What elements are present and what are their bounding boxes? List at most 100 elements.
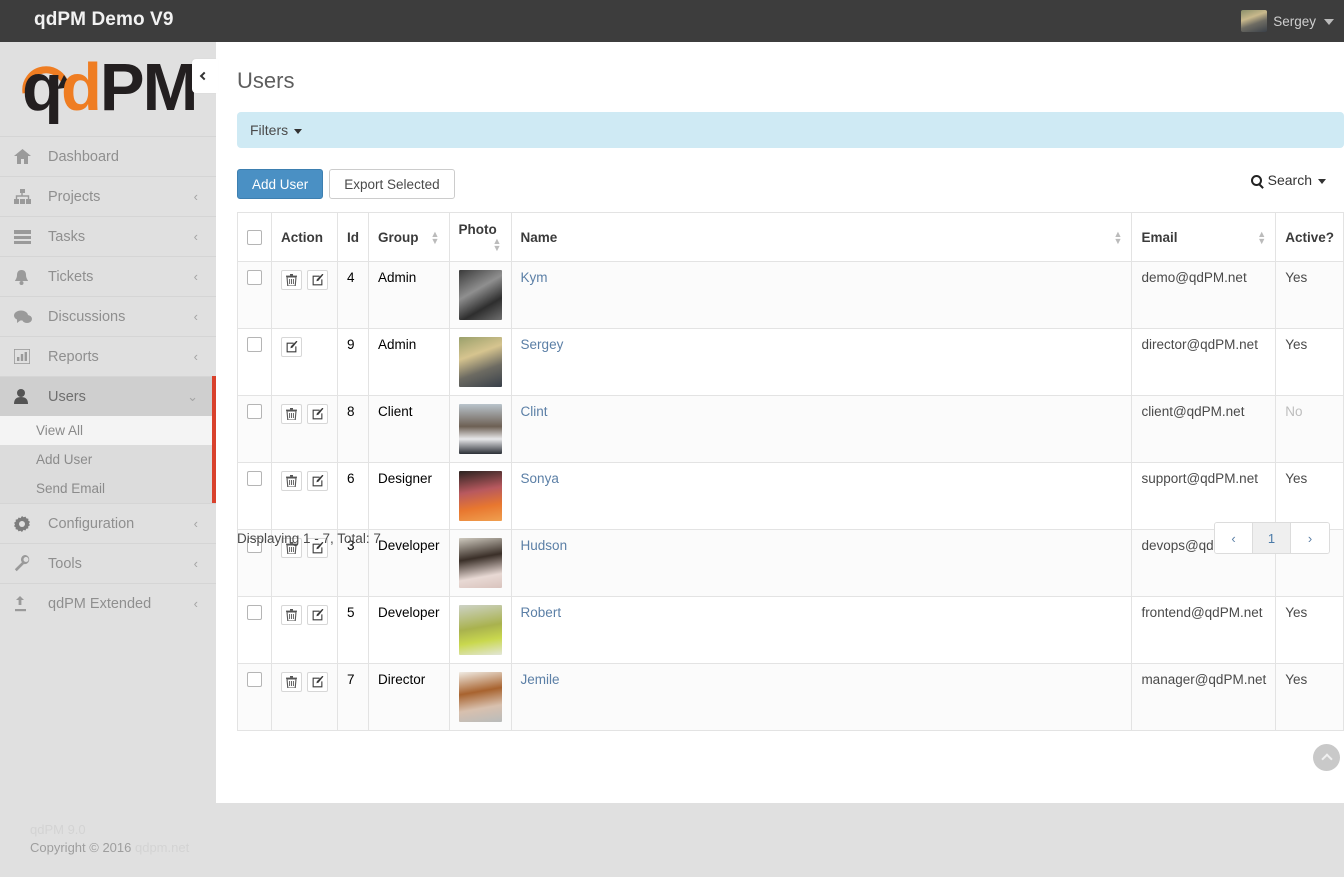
search-toggle[interactable]: Search — [1250, 172, 1326, 188]
row-photo-cell — [448, 395, 512, 463]
header-email[interactable]: Email ▲ ▼ — [1131, 212, 1277, 262]
upload-icon — [14, 595, 48, 612]
sidebar-item-users[interactable]: Users ⌄ — [0, 376, 216, 416]
table-row: 7 Director Jemile manager@qdPM.net Yes — [237, 663, 1344, 731]
user-name-link[interactable]: Hudson — [521, 538, 568, 553]
delete-row-button[interactable] — [281, 605, 302, 625]
sidebar-collapse-button[interactable] — [192, 59, 218, 93]
sidebar-item-dashboard[interactable]: Dashboard — [0, 136, 216, 176]
row-email: director@qdPM.net — [1131, 328, 1277, 396]
user-name-link[interactable]: Kym — [521, 270, 548, 285]
row-id: 5 — [337, 596, 369, 664]
row-name-cell: Sergey — [510, 328, 1133, 396]
row-checkbox[interactable] — [247, 672, 262, 687]
row-checkbox[interactable] — [247, 337, 262, 352]
delete-row-button[interactable] — [281, 672, 302, 692]
row-checkbox[interactable] — [247, 471, 262, 486]
user-name-link[interactable]: Jemile — [521, 672, 560, 687]
edit-row-button[interactable] — [307, 471, 328, 491]
sidebar-item-discussions[interactable]: Discussions ‹ — [0, 296, 216, 336]
user-menu[interactable]: Sergey — [1241, 5, 1334, 37]
select-all-checkbox[interactable] — [247, 229, 262, 245]
gear-icon — [14, 515, 48, 532]
sidebar-item-projects[interactable]: Projects ‹ — [0, 176, 216, 216]
caret-down-icon — [294, 129, 303, 134]
header-action: Action — [271, 212, 338, 262]
sidebar-item-arrow: ‹ — [193, 189, 198, 204]
add-user-button[interactable]: Add User — [237, 169, 324, 199]
pagination-next[interactable]: › — [1291, 523, 1329, 553]
sidebar-item-label: Dashboard — [48, 148, 119, 165]
row-name-cell: Hudson — [510, 529, 1133, 597]
row-checkbox[interactable] — [247, 605, 262, 620]
sidebar-item-label: Tickets — [48, 268, 94, 285]
user-name-link[interactable]: Sergey — [521, 337, 564, 352]
user-name-link[interactable]: Clint — [521, 404, 548, 419]
sidebar-subitem-add-user[interactable]: Add User — [0, 445, 216, 474]
edit-row-button[interactable] — [307, 605, 328, 625]
chevron-left-icon — [199, 71, 209, 81]
sidebar-item-label: Tasks — [48, 228, 86, 245]
user-photo — [458, 672, 502, 722]
row-group: Admin — [368, 328, 450, 396]
edit-row-button[interactable] — [307, 270, 328, 290]
row-actions-cell — [271, 261, 338, 329]
user-name-link[interactable]: Sonya — [521, 471, 559, 486]
pagination-prev[interactable]: ‹ — [1215, 523, 1253, 553]
app-version: qdPM 9.0 — [30, 822, 86, 837]
row-photo-cell — [448, 328, 512, 396]
row-checkbox[interactable] — [247, 404, 262, 419]
sidebar-subitem-send-email[interactable]: Send Email — [0, 474, 216, 503]
action-toolbar: Add User Export Selected — [237, 169, 455, 199]
row-id: 6 — [337, 462, 369, 530]
user-icon — [14, 389, 48, 404]
sidebar-item-tasks[interactable]: Tasks ‹ — [0, 216, 216, 256]
sort-icon[interactable]: ▲ ▼ — [493, 237, 502, 253]
scroll-to-top-button[interactable] — [1313, 744, 1340, 771]
user-photo — [458, 471, 502, 521]
delete-row-button[interactable] — [281, 270, 302, 290]
edit-row-button[interactable] — [307, 404, 328, 424]
row-select-cell — [237, 328, 272, 396]
sort-icon[interactable]: ▲ ▼ — [1113, 229, 1122, 245]
header-name[interactable]: Name ▲ ▼ — [510, 212, 1133, 262]
table-row: 4 Admin Kym demo@qdPM.net Yes — [237, 261, 1344, 329]
table-row: 3DeveloperHudsondevops@qdPM.netYes — [237, 529, 1344, 597]
sidebar-item-tools[interactable]: Tools ‹ — [0, 543, 216, 583]
header-photo[interactable]: Photo ▲ ▼ — [448, 212, 512, 262]
row-active: Yes — [1275, 328, 1344, 396]
sidebar-item-label: Users — [48, 388, 86, 405]
user-photo — [458, 605, 502, 655]
tasks-icon — [14, 229, 48, 244]
header-photo-label: Photo — [458, 222, 497, 237]
sidebar-item-label: Tools — [48, 555, 82, 572]
copyright-link[interactable]: qdpm.net — [135, 840, 189, 855]
row-group: Director — [368, 663, 450, 731]
sidebar-item-reports[interactable]: Reports ‹ — [0, 336, 216, 376]
header-group[interactable]: Group ▲ ▼ — [368, 212, 450, 262]
pagination-page-1[interactable]: 1 — [1253, 523, 1291, 553]
sidebar-subitem-view-all[interactable]: View All — [0, 416, 216, 445]
table-row: 5 Developer Robert frontend@qdPM.net Yes — [237, 596, 1344, 664]
delete-row-button[interactable] — [281, 404, 302, 424]
delete-row-button[interactable] — [281, 471, 302, 491]
sort-icon[interactable]: ▲ ▼ — [431, 229, 440, 245]
header-email-label: Email — [1141, 229, 1178, 245]
sidebar-item-tickets[interactable]: Tickets ‹ — [0, 256, 216, 296]
filters-panel-toggle[interactable]: Filters — [237, 112, 1344, 148]
row-checkbox[interactable] — [247, 270, 262, 285]
logo[interactable]: qdPM — [0, 42, 216, 136]
row-active: Yes — [1275, 596, 1344, 664]
sidebar-item-label: Configuration — [48, 515, 135, 532]
row-email: demo@qdPM.net — [1131, 261, 1277, 329]
row-group: Client — [368, 395, 450, 463]
sidebar-subitem-label: View All — [36, 423, 84, 438]
export-selected-button[interactable]: Export Selected — [329, 169, 455, 199]
row-actions-cell — [271, 328, 338, 396]
sidebar-item-configuration[interactable]: Configuration ‹ — [0, 503, 216, 543]
sort-icon[interactable]: ▲ ▼ — [1257, 229, 1266, 245]
edit-row-button[interactable] — [281, 337, 302, 357]
edit-row-button[interactable] — [307, 672, 328, 692]
sidebar-item-qdpm-extended[interactable]: qdPM Extended ‹ — [0, 583, 216, 623]
user-name-link[interactable]: Robert — [521, 605, 562, 620]
